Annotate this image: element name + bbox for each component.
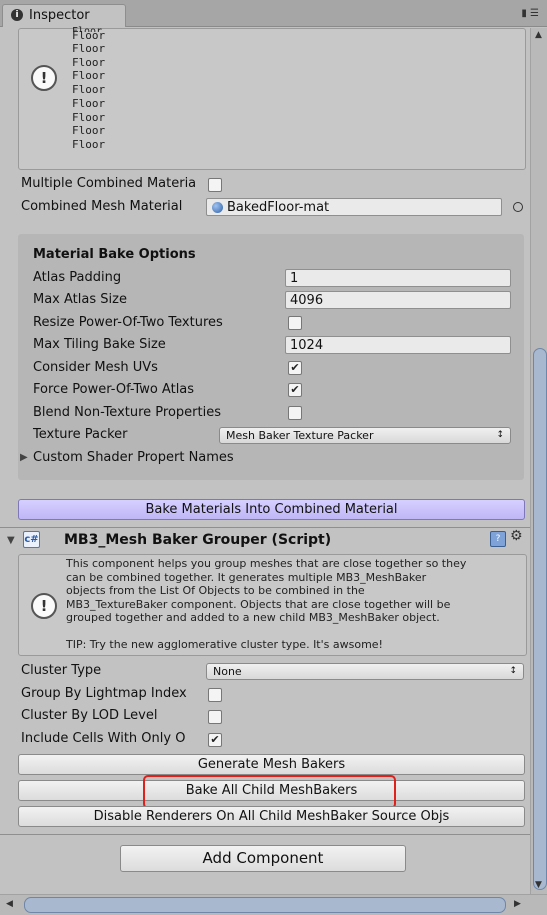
horizontal-scroll-thumb[interactable] bbox=[24, 897, 506, 913]
floor-item: Floor bbox=[72, 111, 106, 124]
scroll-down-icon[interactable]: ▼ bbox=[535, 880, 542, 890]
lightmap-index-checkbox[interactable] bbox=[208, 688, 222, 702]
component-divider bbox=[0, 834, 530, 835]
floor-item: Floor bbox=[72, 29, 106, 42]
add-component-button[interactable]: Add Component bbox=[120, 845, 406, 872]
texture-packer-dropdown[interactable]: Mesh Baker Texture Packer ↕ bbox=[219, 427, 511, 444]
vertical-scrollbar[interactable]: ▲ ▼ bbox=[530, 28, 547, 894]
floor-item: Floor bbox=[72, 69, 106, 82]
scroll-up-icon[interactable]: ▲ bbox=[535, 30, 542, 40]
texture-packer-value: Mesh Baker Texture Packer bbox=[226, 429, 374, 442]
gear-icon[interactable]: ⚙ bbox=[510, 528, 523, 544]
force-pow2-label: Force Power-Of-Two Atlas bbox=[33, 382, 195, 397]
scroll-right-icon[interactable]: ▶ bbox=[514, 899, 521, 909]
floor-item: Floor bbox=[72, 56, 106, 69]
script-icon: c# bbox=[23, 531, 40, 548]
info-icon: i bbox=[11, 9, 23, 21]
grouper-title: MB3_Mesh Baker Grouper (Script) bbox=[64, 532, 332, 548]
material-bake-options-title: Material Bake Options bbox=[33, 247, 196, 262]
highlight-box bbox=[143, 775, 396, 809]
floor-item: Floor bbox=[72, 83, 106, 96]
help-book-icon[interactable]: ? bbox=[490, 531, 506, 547]
combined-mesh-material-field[interactable]: BakedFloor-mat bbox=[206, 198, 502, 216]
combined-mesh-material-label: Combined Mesh Material bbox=[21, 199, 183, 214]
foldout-arrow-icon[interactable]: ▶ bbox=[20, 452, 28, 463]
component-divider bbox=[0, 527, 530, 528]
max-tiling-field[interactable]: 1024 bbox=[285, 336, 511, 354]
include-cells-label: Include Cells With Only O bbox=[21, 731, 186, 746]
texture-packer-label: Texture Packer bbox=[33, 427, 128, 442]
consider-uvs-label: Consider Mesh UVs bbox=[33, 360, 158, 375]
disable-renderers-button[interactable]: Disable Renderers On All Child MeshBaker… bbox=[18, 806, 525, 827]
tab-inspector[interactable]: i Inspector bbox=[2, 4, 126, 27]
floor-item: Floor bbox=[72, 124, 106, 137]
help-line: grouped together and added to a new chil… bbox=[66, 611, 440, 624]
bake-materials-button[interactable]: Bake Materials Into Combined Material bbox=[18, 499, 525, 520]
scroll-left-icon[interactable]: ◀ bbox=[6, 899, 13, 909]
dropdown-arrows-icon: ↕ bbox=[509, 666, 517, 676]
floor-item: Floor bbox=[72, 138, 106, 151]
help-line: objects from the List Of Objects to be c… bbox=[66, 584, 365, 597]
help-line: TIP: Try the new agglomerative cluster t… bbox=[66, 638, 383, 651]
blend-non-texture-checkbox[interactable] bbox=[288, 406, 302, 420]
lightmap-index-label: Group By Lightmap Index bbox=[21, 686, 187, 701]
grouper-help-text: This component helps you group meshes th… bbox=[66, 557, 466, 652]
max-atlas-size-field[interactable]: 4096 bbox=[285, 291, 511, 309]
tab-bar: i Inspector ▮ ☰ bbox=[0, 0, 547, 27]
include-cells-checkbox[interactable]: ✔ bbox=[208, 733, 222, 747]
resize-pow2-label: Resize Power-Of-Two Textures bbox=[33, 315, 223, 330]
dropdown-arrows-icon: ↕ bbox=[496, 430, 504, 440]
resize-pow2-checkbox[interactable] bbox=[288, 316, 302, 330]
cluster-type-dropdown[interactable]: None ↕ bbox=[206, 663, 524, 680]
help-line bbox=[66, 625, 466, 639]
help-line: MB3_TextureBaker component. Objects that… bbox=[66, 597, 451, 611]
floor-item: Floor bbox=[72, 97, 106, 110]
help-line: can be combined together. It generates m… bbox=[66, 570, 427, 584]
cluster-type-value: None bbox=[213, 665, 242, 678]
max-atlas-size-label: Max Atlas Size bbox=[33, 292, 127, 307]
material-icon bbox=[212, 202, 223, 213]
foldout-expanded-icon[interactable]: ▼ bbox=[7, 535, 15, 546]
blend-non-texture-label: Blend Non-Texture Properties bbox=[33, 405, 221, 420]
lod-level-checkbox[interactable] bbox=[208, 710, 222, 724]
consider-uvs-checkbox[interactable]: ✔ bbox=[288, 361, 302, 375]
horizontal-scrollbar[interactable]: ◀ ▶ bbox=[0, 894, 547, 915]
info-icon: ! bbox=[31, 593, 57, 619]
object-picker-icon[interactable] bbox=[513, 202, 523, 212]
max-tiling-label: Max Tiling Bake Size bbox=[33, 337, 166, 352]
vertical-scroll-thumb[interactable] bbox=[533, 348, 547, 890]
lod-level-label: Cluster By LOD Level bbox=[21, 708, 158, 723]
floor-item: Floor bbox=[72, 42, 106, 55]
info-icon: ! bbox=[31, 65, 57, 91]
cluster-type-label: Cluster Type bbox=[21, 663, 102, 678]
atlas-padding-field[interactable]: 1 bbox=[285, 269, 511, 287]
force-pow2-checkbox[interactable]: ✔ bbox=[288, 383, 302, 397]
generate-mesh-bakers-button[interactable]: Generate Mesh Bakers bbox=[18, 754, 525, 775]
custom-shader-foldout-label[interactable]: Custom Shader Propert Names bbox=[33, 450, 234, 465]
combined-mesh-material-value: BakedFloor-mat bbox=[227, 200, 330, 215]
help-line: This component helps you group meshes th… bbox=[66, 557, 467, 570]
tab-label: Inspector bbox=[29, 8, 90, 23]
multiple-combined-label: Multiple Combined Materia bbox=[21, 176, 197, 191]
lock-menu-icon[interactable]: ▮ ☰ bbox=[521, 8, 539, 19]
atlas-padding-label: Atlas Padding bbox=[33, 270, 122, 285]
multiple-combined-checkbox[interactable] bbox=[208, 178, 222, 192]
